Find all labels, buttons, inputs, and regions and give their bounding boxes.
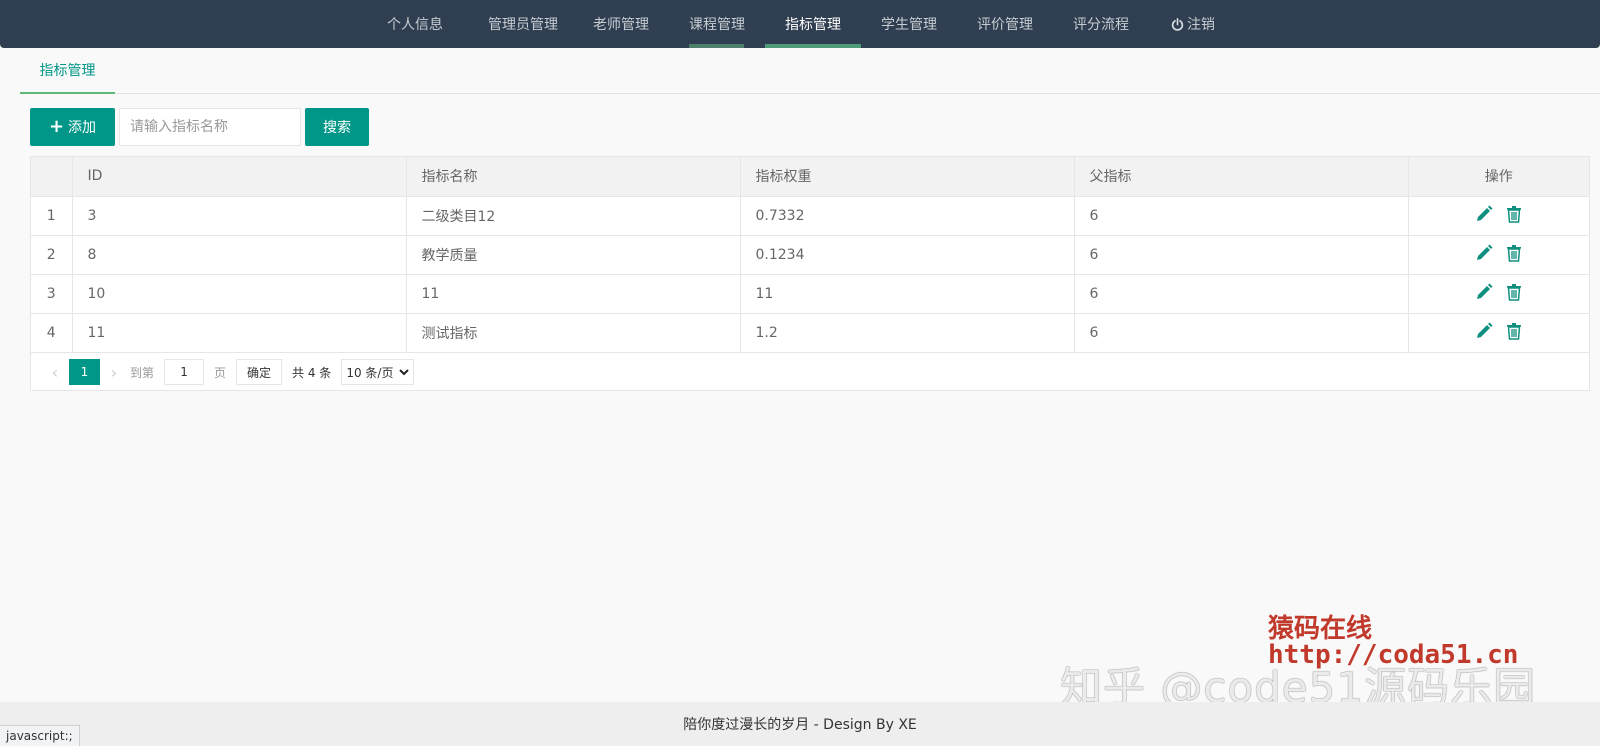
top-navbar: 个人信息 管理员管理 老师管理 课程管理 指标管理 学生管理 评价管理 评分流程 (0, 0, 1600, 48)
delete-icon[interactable] (1504, 204, 1524, 224)
nav-item-scoring-process[interactable]: 评分流程 (1053, 0, 1149, 48)
per-page-select[interactable]: 10 条/页 (341, 359, 415, 385)
edit-icon[interactable] (1474, 243, 1494, 263)
row-index: 4 (31, 313, 73, 353)
plus-icon: + (48, 116, 65, 137)
nav-menu: 个人信息 管理员管理 老师管理 课程管理 指标管理 学生管理 评价管理 评分流程 (0, 0, 1600, 48)
nav-item-label: 管理员管理 (488, 17, 558, 33)
nav-item-personal-info[interactable]: 个人信息 (367, 0, 463, 48)
edit-icon[interactable] (1474, 204, 1494, 224)
search-button[interactable]: 搜索 (305, 108, 369, 146)
row-index: 3 (31, 274, 73, 314)
cell-weight: 0.7332 (740, 196, 1075, 236)
tab-indicator-management[interactable]: 指标管理 (20, 48, 115, 94)
table-row: 1 3 二级类目12 0.7332 6 (31, 196, 1589, 236)
search-button-label: 搜索 (323, 120, 351, 136)
cell-id: 3 (72, 196, 407, 236)
add-button[interactable]: + 添加 (30, 108, 115, 146)
cell-weight: 0.1234 (740, 235, 1075, 275)
tab-strip: 指标管理 (20, 48, 1600, 94)
row-index: 1 (31, 196, 73, 236)
cell-parent: 6 (1074, 274, 1409, 314)
search-input[interactable] (119, 108, 301, 146)
cell-name: 测试指标 (406, 313, 741, 353)
nav-item-indicator-management[interactable]: 指标管理 (765, 0, 861, 48)
row-action-icons (1474, 243, 1524, 263)
power-icon (1171, 17, 1184, 31)
cell-parent: 6 (1074, 235, 1409, 275)
row-action-icons (1474, 282, 1524, 302)
nav-item-label: 课程管理 (689, 17, 745, 33)
browser-status-bar: javascript:; (0, 725, 80, 746)
table-row: 2 8 教学质量 0.1234 6 (31, 235, 1589, 275)
nav-item-course-management[interactable]: 课程管理 (669, 0, 765, 48)
goto-label: 到第 (130, 365, 155, 380)
total-count: 共 4 条 (292, 365, 332, 380)
nav-item-label: 个人信息 (387, 17, 443, 33)
tab-label: 指标管理 (39, 63, 96, 79)
cell-parent: 6 (1074, 196, 1409, 236)
page-unit-label: 页 (214, 365, 227, 380)
footer: 陪你度过漫长的岁月 - Design By XE (0, 702, 1600, 746)
row-action-icons (1474, 204, 1524, 224)
table-row: 3 10 11 11 6 (31, 274, 1589, 314)
nav-item-evaluation-management[interactable]: 评价管理 (957, 0, 1053, 48)
per-page-value: 10 条/页 (346, 365, 394, 380)
chevron-down-icon (399, 369, 410, 376)
nav-item-label: 老师管理 (593, 17, 649, 33)
cell-id: 10 (72, 274, 407, 314)
nav-item-label: 注销 (1187, 17, 1215, 33)
column-header-id: ID (72, 157, 407, 197)
nav-item-logout[interactable]: 注销 (1145, 0, 1241, 48)
pagination: ‹ 1 › 到第 页 确定 共 4 条 10 条/页 (31, 353, 1589, 391)
nav-item-label: 指标管理 (785, 17, 841, 33)
add-button-label: 添加 (68, 120, 97, 136)
prev-page-icon[interactable]: ‹ (41, 363, 69, 382)
edit-icon[interactable] (1474, 321, 1494, 341)
column-header-parent: 父指标 (1074, 157, 1409, 197)
cell-actions (1408, 313, 1589, 353)
cell-actions (1408, 235, 1589, 275)
column-header-weight: 指标权重 (740, 157, 1075, 197)
nav-item-teacher-management[interactable]: 老师管理 (573, 0, 669, 48)
cell-actions (1408, 196, 1589, 236)
column-header-actions: 操作 (1408, 157, 1589, 197)
delete-icon[interactable] (1504, 321, 1524, 341)
cell-parent: 6 (1074, 313, 1409, 353)
goto-page-input[interactable] (164, 359, 205, 385)
delete-icon[interactable] (1504, 243, 1524, 263)
row-action-icons (1474, 321, 1524, 341)
confirm-page-button[interactable]: 确定 (236, 359, 283, 385)
cell-actions (1408, 274, 1589, 314)
edit-icon[interactable] (1474, 282, 1494, 302)
table-row: 4 11 测试指标 1.2 6 (31, 313, 1589, 353)
next-page-icon[interactable]: › (100, 363, 128, 382)
table-header-row: ID 指标名称 指标权重 父指标 操作 (31, 157, 1589, 197)
cell-id: 11 (72, 313, 407, 353)
column-header-index (31, 157, 73, 197)
delete-icon[interactable] (1504, 282, 1524, 302)
cell-weight: 11 (740, 274, 1075, 314)
page-1-button[interactable]: 1 (69, 359, 100, 385)
nav-item-label: 评价管理 (977, 17, 1033, 33)
footer-text: 陪你度过漫长的岁月 - Design By XE (683, 717, 917, 733)
nav-item-label: 学生管理 (881, 17, 937, 33)
cell-name: 二级类目12 (406, 196, 741, 236)
cell-weight: 1.2 (740, 313, 1075, 353)
cell-name: 教学质量 (406, 235, 741, 275)
nav-item-admin-management[interactable]: 管理员管理 (470, 0, 576, 48)
nav-item-student-management[interactable]: 学生管理 (861, 0, 957, 48)
cell-name: 11 (406, 274, 741, 314)
indicator-table: ID 指标名称 指标权重 父指标 操作 1 3 二级类目12 0.7332 6 2 8 教学质… (30, 156, 1590, 391)
nav-item-label: 评分流程 (1073, 17, 1129, 33)
cell-id: 8 (72, 235, 407, 275)
column-header-name: 指标名称 (406, 157, 741, 197)
row-index: 2 (31, 235, 73, 275)
